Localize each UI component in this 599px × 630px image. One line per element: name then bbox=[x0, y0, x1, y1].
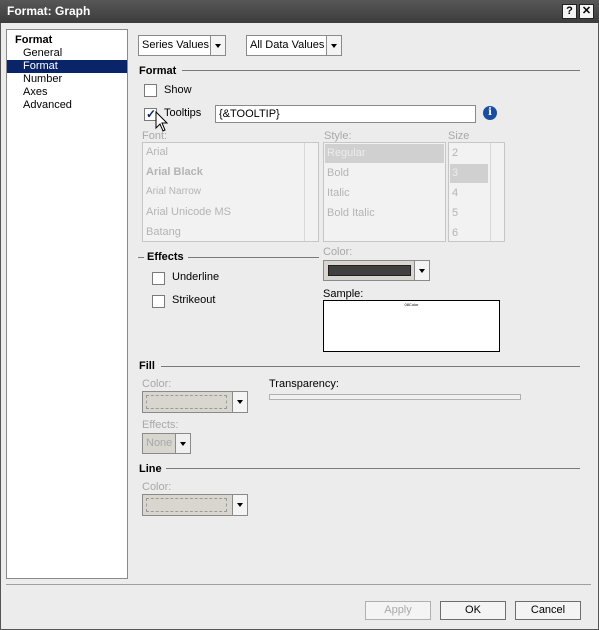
font-item[interactable]: Arial bbox=[146, 146, 168, 158]
size-item[interactable]: 4 bbox=[452, 187, 458, 199]
style-label: Style: bbox=[324, 130, 352, 142]
fill-effects-label: Effects: bbox=[142, 419, 179, 431]
transparency-label: Transparency: bbox=[269, 378, 339, 390]
fill-section-title: Fill bbox=[139, 360, 155, 372]
font-color-picker[interactable] bbox=[323, 260, 430, 281]
font-label: Font: bbox=[142, 130, 168, 142]
format-divider bbox=[182, 70, 580, 71]
size-list-scrollbar[interactable] bbox=[490, 143, 504, 241]
effects-divider bbox=[188, 257, 319, 258]
data-values-select[interactable]: All Data Values bbox=[246, 35, 342, 56]
style-item[interactable]: Regular bbox=[327, 147, 366, 159]
tree-header-format[interactable]: Format bbox=[15, 34, 115, 47]
underline-checkbox[interactable] bbox=[152, 272, 165, 285]
effects-divider-left bbox=[138, 257, 144, 258]
chevron-down-icon[interactable] bbox=[414, 261, 429, 280]
font-item[interactable]: Arial Narrow bbox=[146, 186, 201, 197]
line-color-swatch bbox=[146, 498, 227, 512]
show-label: Show bbox=[164, 84, 192, 96]
font-list-scrollbar[interactable] bbox=[304, 143, 318, 241]
fill-color-label: Color: bbox=[142, 378, 172, 390]
strikeout-label: Strikeout bbox=[172, 294, 216, 306]
style-item[interactable]: Italic bbox=[327, 187, 350, 199]
fill-effects-select-label: None bbox=[146, 437, 173, 449]
style-item[interactable]: Bold Italic bbox=[327, 207, 375, 219]
category-tree: Format General Format Number Axes Advanc… bbox=[6, 29, 128, 579]
chevron-down-icon[interactable] bbox=[232, 392, 247, 412]
style-item[interactable]: Bold bbox=[327, 167, 349, 179]
tooltip-text-input[interactable]: {&TOOLTIP} bbox=[215, 105, 476, 123]
footer-divider bbox=[6, 584, 591, 585]
strikeout-checkbox[interactable] bbox=[152, 295, 165, 308]
font-item[interactable]: Arial Black bbox=[146, 166, 203, 178]
font-item[interactable]: Arial Unicode MS bbox=[146, 206, 231, 218]
info-icon[interactable]: i bbox=[483, 106, 497, 120]
fill-color-swatch bbox=[146, 395, 227, 409]
sample-preview: 08Color bbox=[323, 300, 500, 352]
format-section-title: Format bbox=[139, 65, 177, 77]
chevron-down-icon[interactable] bbox=[232, 495, 247, 515]
apply-button[interactable]: Apply bbox=[365, 601, 431, 620]
line-color-label: Color: bbox=[142, 481, 172, 493]
ok-button[interactable]: OK bbox=[440, 601, 506, 620]
sample-preview-text: 08Color bbox=[404, 302, 419, 307]
chevron-down-icon[interactable] bbox=[210, 36, 225, 55]
tooltips-label: Tooltips bbox=[164, 107, 202, 119]
size-item[interactable]: 3 bbox=[452, 167, 458, 179]
size-label: Size bbox=[448, 130, 470, 142]
effects-section-title: Effects bbox=[147, 251, 184, 263]
style-list[interactable]: Regular Bold Italic Bold Italic bbox=[323, 142, 446, 242]
size-item[interactable]: 5 bbox=[452, 207, 458, 219]
fill-effects-select[interactable]: None bbox=[142, 433, 191, 454]
sample-label: Sample: bbox=[323, 288, 364, 300]
cancel-button[interactable]: Cancel bbox=[515, 601, 581, 620]
tree-item-general[interactable]: General bbox=[7, 47, 127, 60]
line-color-picker[interactable] bbox=[142, 494, 248, 516]
line-divider bbox=[166, 468, 580, 469]
show-checkbox[interactable] bbox=[144, 84, 157, 97]
series-values-select-label: Series Values bbox=[142, 39, 210, 51]
font-list[interactable]: Arial Arial Black Arial Narrow Arial Uni… bbox=[142, 142, 319, 242]
font-color-swatch bbox=[328, 265, 411, 276]
close-button[interactable]: ✕ bbox=[579, 4, 594, 19]
font-item[interactable]: Batang bbox=[146, 226, 181, 238]
window-title: Format: Graph bbox=[7, 4, 91, 18]
tree-item-format[interactable]: Format bbox=[7, 60, 127, 73]
tree-item-axes[interactable]: Axes bbox=[7, 86, 127, 99]
size-item[interactable]: 2 bbox=[452, 147, 458, 159]
effects-color-label: Color: bbox=[323, 246, 353, 258]
series-values-select[interactable]: Series Values bbox=[138, 35, 226, 56]
transparency-slider[interactable] bbox=[269, 394, 521, 400]
size-list[interactable]: 2 3 4 5 6 bbox=[448, 142, 505, 242]
chevron-down-icon[interactable] bbox=[326, 36, 341, 55]
fill-divider bbox=[161, 366, 580, 367]
tree-item-advanced[interactable]: Advanced bbox=[7, 99, 127, 112]
fill-color-picker[interactable] bbox=[142, 391, 248, 413]
chevron-down-icon[interactable] bbox=[175, 434, 190, 453]
help-button[interactable]: ? bbox=[562, 4, 577, 19]
title-bar: Format: Graph bbox=[0, 0, 599, 23]
line-section-title: Line bbox=[139, 463, 162, 475]
underline-label: Underline bbox=[172, 271, 220, 283]
tree-item-number[interactable]: Number bbox=[7, 73, 127, 86]
size-item[interactable]: 6 bbox=[452, 227, 458, 239]
data-values-select-label: All Data Values bbox=[250, 39, 325, 51]
